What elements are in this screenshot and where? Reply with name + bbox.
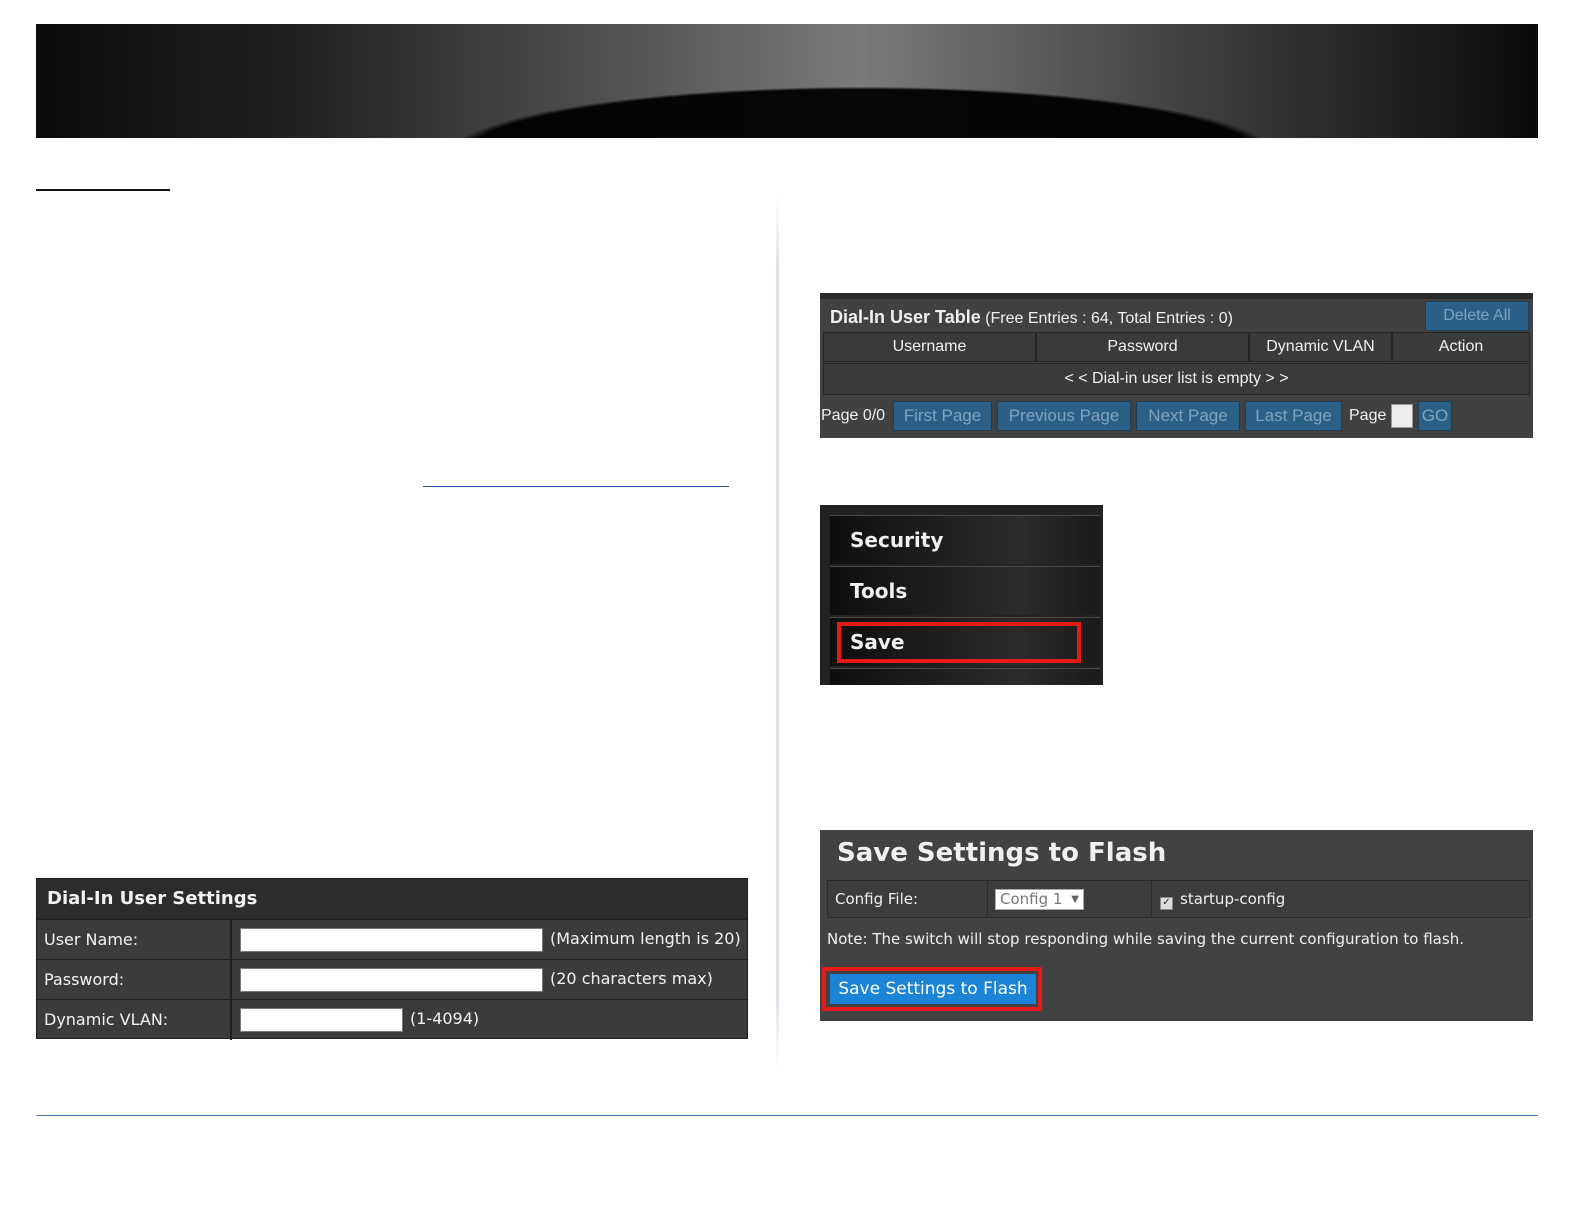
settings-row-username: User Name: (Maximum length is 20) bbox=[37, 920, 747, 960]
heading-underline bbox=[36, 189, 170, 191]
settings-row-dynamic-vlan: Dynamic VLAN: (1-4094) bbox=[37, 1000, 747, 1040]
dynamic-vlan-input[interactable] bbox=[240, 1008, 403, 1032]
dial-in-user-table: Dial-In User Table (Free Entries : 64, T… bbox=[820, 293, 1533, 438]
save-settings-panel: Save Settings to Flash Config File: Conf… bbox=[820, 830, 1533, 1021]
config-file-select[interactable]: Config 1 ▼ bbox=[995, 889, 1084, 910]
next-page-button[interactable]: Next Page bbox=[1136, 401, 1240, 431]
save-highlight-box bbox=[837, 622, 1081, 663]
username-hint: (Maximum length is 20) bbox=[550, 929, 741, 948]
last-page-button[interactable]: Last Page bbox=[1245, 401, 1342, 431]
settings-row-password: Password: (20 characters max) bbox=[37, 960, 747, 1000]
dynamic-vlan-hint: (1-4094) bbox=[410, 1009, 480, 1028]
navigation-menu: Security Tools Save bbox=[820, 505, 1103, 685]
first-page-button[interactable]: First Page bbox=[893, 401, 992, 431]
username-label: User Name: bbox=[37, 920, 232, 959]
pagination-bar: Page 0/0 First Page Previous Page Next P… bbox=[820, 399, 1533, 433]
delete-all-button[interactable]: Delete All bbox=[1425, 301, 1529, 331]
header-banner bbox=[36, 24, 1538, 138]
password-input[interactable] bbox=[240, 968, 543, 992]
flash-panel-title: Save Settings to Flash bbox=[837, 838, 1167, 868]
startup-config-checkbox[interactable]: ✓ bbox=[1160, 897, 1173, 910]
page-info: Page 0/0 bbox=[821, 407, 886, 424]
previous-page-button[interactable]: Previous Page bbox=[997, 401, 1131, 431]
startup-config-label: startup-config bbox=[1180, 890, 1286, 908]
table-entries-info: (Free Entries : 64, Total Entries : 0) bbox=[985, 310, 1233, 327]
save-button-highlight: Save Settings to Flash bbox=[822, 967, 1042, 1011]
dynamic-vlan-label: Dynamic VLAN: bbox=[37, 1000, 232, 1040]
table-title: Dial-In User Table (Free Entries : 64, T… bbox=[830, 307, 1233, 328]
config-file-row: Config File: Config 1 ▼ ✓ startup-config bbox=[827, 880, 1530, 918]
table-title-text: Dial-In User Table bbox=[830, 307, 981, 327]
link-underline bbox=[423, 486, 729, 487]
startup-config-option[interactable]: ✓ startup-config bbox=[1160, 881, 1285, 917]
page-number-input[interactable] bbox=[1391, 404, 1413, 428]
chevron-down-icon: ▼ bbox=[1071, 894, 1079, 905]
table-header-row: Username Password Dynamic VLAN Action bbox=[823, 332, 1530, 362]
empty-list-message: < < Dial-in user list is empty > > bbox=[823, 363, 1530, 395]
save-settings-to-flash-button[interactable]: Save Settings to Flash bbox=[830, 974, 1036, 1004]
config-file-value: Config 1 bbox=[1000, 890, 1063, 908]
username-input[interactable] bbox=[240, 928, 543, 952]
menu-item-next bbox=[830, 668, 1100, 685]
password-label: Password: bbox=[37, 960, 232, 999]
column-header-password: Password bbox=[1036, 332, 1249, 362]
column-header-username: Username bbox=[823, 332, 1036, 362]
settings-panel-title: Dial-In User Settings bbox=[37, 879, 747, 920]
flash-note: Note: The switch will stop responding wh… bbox=[827, 930, 1464, 948]
menu-item-tools[interactable]: Tools bbox=[830, 566, 1100, 615]
page-label: Page bbox=[1349, 407, 1387, 424]
column-header-action: Action bbox=[1392, 332, 1530, 362]
column-divider bbox=[776, 195, 779, 1070]
dial-in-user-settings-panel: Dial-In User Settings User Name: (Maximu… bbox=[36, 878, 748, 1040]
menu-item-security[interactable]: Security bbox=[830, 515, 1100, 564]
config-file-cell: Config 1 ▼ bbox=[988, 881, 1152, 917]
config-file-label: Config File: bbox=[828, 881, 988, 917]
column-header-dynamic-vlan: Dynamic VLAN bbox=[1249, 332, 1392, 362]
go-button[interactable]: GO bbox=[1418, 401, 1452, 431]
footer-rule bbox=[36, 1115, 1538, 1116]
password-hint: (20 characters max) bbox=[550, 969, 713, 988]
